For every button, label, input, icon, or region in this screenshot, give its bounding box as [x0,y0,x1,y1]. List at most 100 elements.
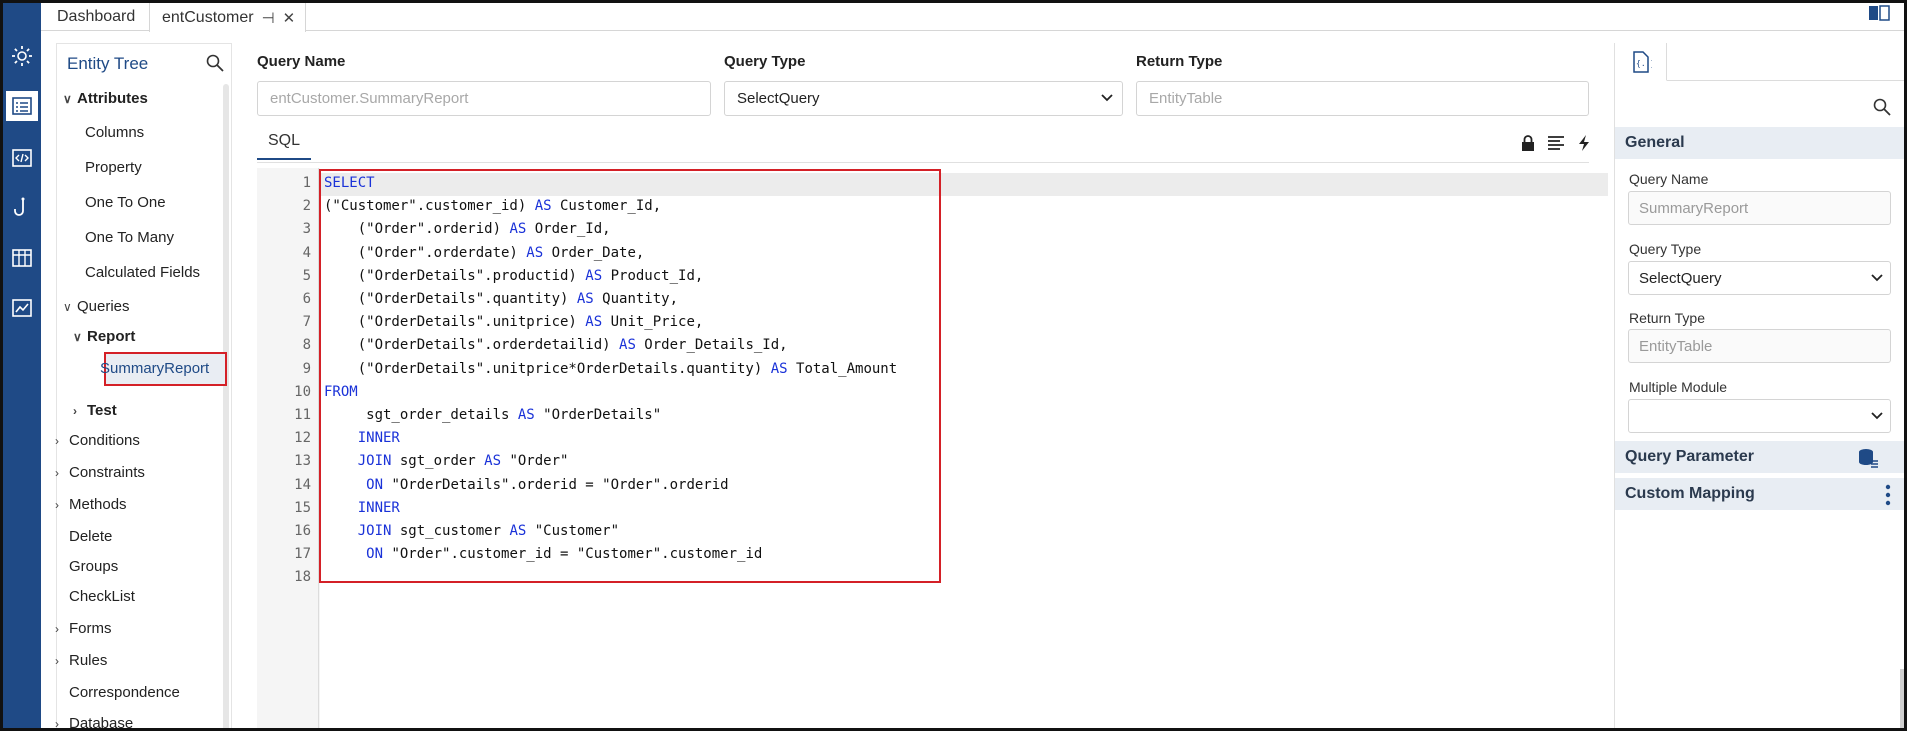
close-icon[interactable]: ✕ [283,9,296,27]
search-icon[interactable] [1872,97,1892,117]
section-custom-mapping[interactable]: Custom Mapping [1615,478,1904,510]
properties-tab[interactable]: {..} [1615,43,1667,81]
chevron-right-icon: › [55,654,59,668]
return-type-label: Return Type [1136,53,1223,70]
tree-item-delete[interactable]: Delete [69,528,112,545]
tree-scrollbar[interactable] [223,84,229,728]
line-number: 16 [294,523,311,539]
braces-doc-icon: {..} [1633,51,1652,73]
section-general[interactable]: General [1615,127,1904,159]
line-number: 15 [294,499,311,516]
line-number: 18 [294,569,311,586]
chevron-down-icon [1871,412,1883,420]
line-number: 3 [302,221,311,238]
tab-label: entCustomer [162,8,254,26]
query-name-label: Query Name [257,53,346,70]
chevron-right-icon: › [55,434,59,448]
app-window: Dashboard entCustomer ⊣ ✕ Entity Tree ∨ A… [0,0,1907,731]
lock-icon[interactable] [1519,134,1537,152]
tree-item-test[interactable]: › Test [73,402,117,419]
tree-item-one-to-one[interactable]: One To One [85,194,166,211]
entity-tree-panel: Entity Tree ∨ Attributes Columns Property… [55,43,232,731]
tree-item-checklist[interactable]: CheckList [69,588,135,605]
list-icon[interactable] [6,91,38,121]
properties-tab-divider [1667,80,1904,81]
tab-entcustomer[interactable]: entCustomer ⊣ ✕ [149,3,307,32]
tab-label: Dashboard [57,8,136,25]
chevron-down-icon [1871,274,1883,282]
chevron-right-icon: › [55,717,59,731]
prop-return-type-label: Return Type [1629,310,1706,326]
tree-item-conditions[interactable]: › Conditions [55,432,140,449]
chevron-down-icon: ∨ [63,300,72,314]
chevron-down-icon [1101,94,1113,102]
properties-panel: {..} General Query Name SummaryReport Qu… [1614,43,1904,728]
tab-dashboard[interactable]: Dashboard [57,3,135,31]
prop-multiple-module-select[interactable] [1628,399,1891,433]
tree-item-rules[interactable]: › Rules [55,652,107,669]
code-highlight-box [319,169,941,583]
tab-divider [257,162,1589,163]
tree-item-summary-report[interactable]: SummaryReport [100,360,209,377]
tree-item-database[interactable]: › Database [55,715,133,731]
settings-icon[interactable] [7,41,37,71]
chart-icon[interactable] [7,293,37,323]
code-icon[interactable] [7,143,37,173]
tree-item-forms[interactable]: › Forms [55,620,112,637]
line-number: 10 [294,383,311,400]
line-number: 5 [302,267,311,284]
tree-item-report[interactable]: ∨ Report [73,328,135,345]
more-vertical-icon[interactable] [1885,484,1891,506]
svg-text:{..}: {..} [1636,59,1652,68]
tree-item-property[interactable]: Property [85,159,142,176]
prop-query-type-select[interactable]: SelectQuery [1628,261,1891,295]
query-name-input[interactable]: entCustomer.SummaryReport [257,81,711,116]
line-number: 1 [302,175,311,191]
section-query-parameter[interactable]: Query Parameter [1615,441,1904,473]
chevron-right-icon: › [55,622,59,636]
prop-multiple-module-label: Multiple Module [1629,379,1728,395]
line-number: 17 [294,546,311,563]
properties-scrollbar[interactable] [1900,669,1904,728]
tree-item-groups[interactable]: Groups [69,558,118,575]
line-number: 11 [294,407,311,423]
search-icon[interactable] [205,53,225,73]
prop-query-name-input[interactable]: SummaryReport [1628,191,1891,225]
line-number: 14 [294,476,311,493]
tab-bar: Dashboard entCustomer ⊣ ✕ [41,3,1904,32]
tree-item-queries[interactable]: ∨ Queries [63,298,130,315]
prop-return-type-input[interactable]: EntityTable [1628,329,1891,363]
query-type-select[interactable]: SelectQuery [724,81,1123,116]
return-type-input[interactable]: EntityTable [1136,81,1589,116]
line-number: 6 [302,291,311,307]
tree-item-constraints[interactable]: › Constraints [55,464,145,481]
prop-query-type-label: Query Type [1629,241,1702,257]
table-icon[interactable] [7,243,37,273]
left-rail [3,3,41,728]
hook-icon[interactable] [7,193,37,223]
line-number: 2 [302,198,311,215]
lightning-icon[interactable] [1575,134,1593,152]
chevron-down-icon: ∨ [63,92,72,106]
tree-item-attributes[interactable]: ∨ Attributes [63,90,148,107]
line-number: 7 [302,314,311,331]
line-number: 4 [302,244,311,261]
line-number: 9 [302,360,311,377]
line-number: 13 [294,453,311,470]
tree-item-calculated-fields[interactable]: Calculated Fields [85,264,200,281]
align-icon[interactable] [1547,134,1565,152]
layout-icon[interactable] [1868,5,1890,21]
chevron-right-icon: › [73,404,77,418]
database-icon[interactable] [1857,447,1879,469]
tree-item-correspondence[interactable]: Correspondence [69,684,180,701]
tab-sql[interactable]: SQL [257,132,311,160]
tree-item-methods[interactable]: › Methods [55,496,127,513]
entity-tree-title: Entity Tree [67,54,149,73]
pin-icon[interactable]: ⊣ [262,9,275,27]
chevron-right-icon: › [55,466,59,480]
chevron-right-icon: › [55,498,59,512]
query-type-label: Query Type [724,53,806,70]
tree-item-columns[interactable]: Columns [85,124,144,141]
tree-item-one-to-many[interactable]: One To Many [85,229,174,246]
prop-query-name-label: Query Name [1629,171,1709,187]
